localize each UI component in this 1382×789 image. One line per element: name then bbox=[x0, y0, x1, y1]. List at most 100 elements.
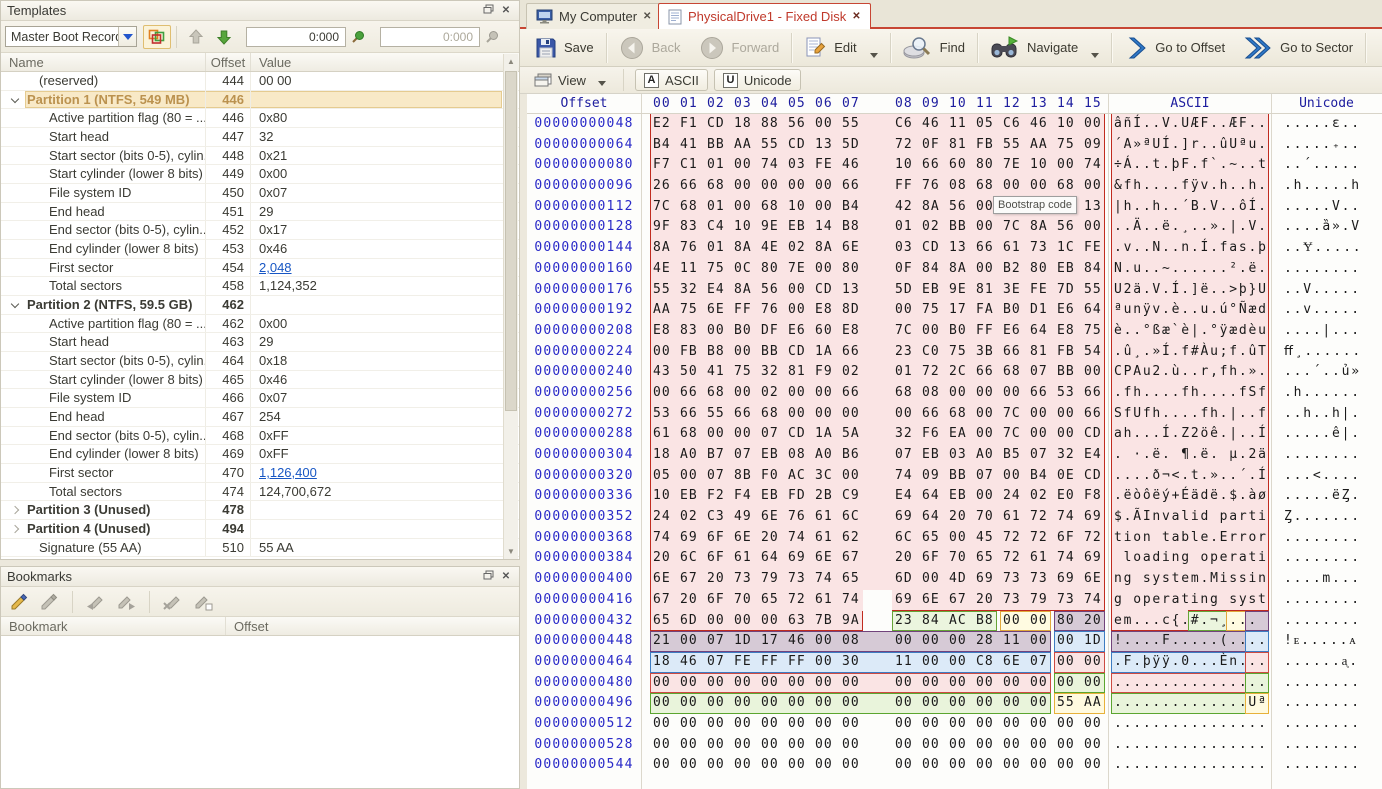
hex-byte[interactable]: 00 bbox=[653, 673, 671, 694]
hex-byte[interactable]: 07 bbox=[1030, 362, 1048, 383]
hex-byte[interactable]: 64 bbox=[1030, 321, 1048, 342]
hex-byte[interactable]: 73 bbox=[788, 569, 806, 590]
hex-byte[interactable]: 75 bbox=[949, 342, 967, 363]
unicode-text[interactable]: .h...... bbox=[1284, 383, 1361, 404]
hex-byte[interactable]: 74 bbox=[761, 155, 779, 176]
hex-byte[interactable]: 6F bbox=[707, 548, 725, 569]
close-panel-icon[interactable]: ✕ bbox=[499, 5, 513, 16]
hex-byte[interactable]: 75 bbox=[1057, 135, 1075, 156]
hex-byte[interactable]: 00 bbox=[734, 155, 752, 176]
hex-byte[interactable]: 74 bbox=[653, 528, 671, 549]
hex-byte[interactable]: 00 bbox=[1030, 693, 1048, 714]
hex-byte[interactable]: 6E bbox=[734, 528, 752, 549]
hex-row[interactable]: 000000003522402C3496E76616C6964207061727… bbox=[527, 507, 1382, 528]
template-field-row[interactable]: First sector4701,126,400 bbox=[1, 464, 519, 483]
hex-byte[interactable]: FD bbox=[788, 486, 806, 507]
hex-byte[interactable]: 00 bbox=[895, 300, 913, 321]
hex-byte[interactable]: 00 bbox=[1003, 735, 1021, 756]
hex-byte[interactable]: C8 bbox=[976, 652, 994, 673]
hex-byte[interactable]: 2C bbox=[949, 362, 967, 383]
unicode-text[interactable]: Ȥ....... bbox=[1284, 507, 1361, 528]
hex-byte[interactable]: CD bbox=[788, 424, 806, 445]
hex-byte[interactable]: 67 bbox=[842, 548, 860, 569]
hex-row[interactable]: 0000000041667206F7065726174696E672073797… bbox=[527, 590, 1382, 611]
hex-byte[interactable]: 68 bbox=[707, 383, 725, 404]
hex-byte[interactable]: 68 bbox=[707, 176, 725, 197]
hex-byte[interactable]: 00 bbox=[815, 114, 833, 135]
hex-byte[interactable]: E6 bbox=[1057, 300, 1075, 321]
unicode-text[interactable]: ........ bbox=[1284, 259, 1361, 280]
hex-byte[interactable]: 66 bbox=[922, 155, 940, 176]
hex-byte[interactable]: 81 bbox=[788, 362, 806, 383]
hex-byte[interactable]: 07 bbox=[707, 631, 725, 652]
ascii-text[interactable]: .F.þÿÿ.0...Èn. bbox=[1114, 652, 1249, 673]
hex-byte[interactable]: 02 bbox=[761, 383, 779, 404]
template-field-row[interactable]: First sector4542,048 bbox=[1, 259, 519, 278]
hex-byte[interactable]: 07 bbox=[895, 445, 913, 466]
hex-byte[interactable]: 66 bbox=[842, 342, 860, 363]
hex-byte[interactable]: 84 bbox=[922, 259, 940, 280]
unicode-text[interactable]: ..h..h|. bbox=[1284, 404, 1361, 425]
hex-byte[interactable]: 32 bbox=[1057, 445, 1075, 466]
hex-byte[interactable]: FF bbox=[976, 321, 994, 342]
hex-byte[interactable]: 00 bbox=[653, 693, 671, 714]
hex-byte[interactable]: 0F bbox=[922, 135, 940, 156]
hex-byte[interactable]: 1A bbox=[815, 342, 833, 363]
hex-byte[interactable]: 00 bbox=[1057, 631, 1075, 652]
hex-byte[interactable]: 07 bbox=[707, 652, 725, 673]
hex-byte[interactable]: 56 bbox=[761, 280, 779, 301]
hex-byte[interactable]: 73 bbox=[1003, 590, 1021, 611]
hex-byte[interactable]: 74 bbox=[895, 466, 913, 487]
hex-byte[interactable]: 11 bbox=[949, 114, 967, 135]
hex-byte[interactable]: 00 bbox=[1030, 404, 1048, 425]
hex-byte[interactable]: 00 bbox=[761, 673, 779, 694]
hex-byte[interactable]: EB bbox=[922, 445, 940, 466]
scroll-up-icon[interactable]: ▲ bbox=[504, 54, 518, 69]
hex-byte[interactable]: 00 bbox=[707, 755, 725, 776]
hex-byte[interactable]: 00 bbox=[976, 383, 994, 404]
template-group-row[interactable]: Partition 2 (NTFS, 59.5 GB)462 bbox=[1, 296, 519, 315]
hex-byte[interactable]: 00 bbox=[895, 735, 913, 756]
hex-byte[interactable]: 00 bbox=[788, 176, 806, 197]
hex-byte[interactable]: C6 bbox=[895, 114, 913, 135]
hex-byte[interactable]: 1D bbox=[1084, 631, 1102, 652]
hex-byte[interactable]: 69 bbox=[895, 590, 913, 611]
hex-byte[interactable]: 10 bbox=[895, 155, 913, 176]
hex-byte[interactable]: EB bbox=[761, 445, 779, 466]
hex-byte[interactable]: 66 bbox=[1003, 342, 1021, 363]
hex-byte[interactable]: 00 bbox=[788, 280, 806, 301]
hex-byte[interactable]: 6E bbox=[1084, 569, 1102, 590]
hex-byte[interactable]: 00 bbox=[842, 404, 860, 425]
ascii-text[interactable]: !....F.....(.. bbox=[1114, 631, 1249, 652]
hex-byte[interactable]: 56 bbox=[949, 197, 967, 218]
hex-byte[interactable]: F7 bbox=[653, 155, 671, 176]
hex-byte[interactable]: AA bbox=[1030, 135, 1048, 156]
hex-byte[interactable]: 88 bbox=[761, 114, 779, 135]
hex-byte[interactable]: 00 bbox=[788, 693, 806, 714]
hex-byte[interactable]: 7C bbox=[1003, 404, 1021, 425]
hex-byte[interactable]: 0C bbox=[734, 259, 752, 280]
hex-byte[interactable]: 66 bbox=[1084, 383, 1102, 404]
hex-byte[interactable]: CD bbox=[1084, 424, 1102, 445]
unicode-text[interactable]: .h.....h bbox=[1284, 176, 1361, 197]
ascii-text[interactable]: &fh....fÿv.h..h. bbox=[1114, 176, 1268, 197]
hex-byte[interactable]: 46 bbox=[680, 652, 698, 673]
hex-byte[interactable]: 17 bbox=[949, 300, 967, 321]
unicode-text[interactable]: .....V.. bbox=[1284, 197, 1361, 218]
hex-byte[interactable]: D1 bbox=[1030, 300, 1048, 321]
hex-byte[interactable]: 00 bbox=[1057, 404, 1075, 425]
hex-byte[interactable]: 00 bbox=[815, 693, 833, 714]
hex-byte[interactable]: 00 bbox=[734, 714, 752, 735]
hex-byte[interactable]: 9E bbox=[949, 280, 967, 301]
ascii-text[interactable]: ´A»ªUÍ.]r..ûUªu. bbox=[1114, 135, 1268, 156]
hex-row[interactable]: 000000001604E11750C807E00800F848A00B280E… bbox=[527, 259, 1382, 280]
template-field-row[interactable]: Start head46329 bbox=[1, 333, 519, 352]
hex-byte[interactable]: 46 bbox=[922, 114, 940, 135]
hex-byte[interactable]: 00 bbox=[1030, 755, 1048, 776]
hex-byte[interactable]: 6C bbox=[842, 507, 860, 528]
hex-byte[interactable]: 00 bbox=[680, 466, 698, 487]
hex-row[interactable]: 000000001127C680100681000B4428A56008BF4C… bbox=[527, 197, 1382, 218]
ascii-text[interactable]: CPAu2.ù..r,fh.». bbox=[1114, 362, 1268, 383]
hex-byte[interactable]: 55 bbox=[761, 135, 779, 156]
hex-byte[interactable]: 00 bbox=[1084, 755, 1102, 776]
